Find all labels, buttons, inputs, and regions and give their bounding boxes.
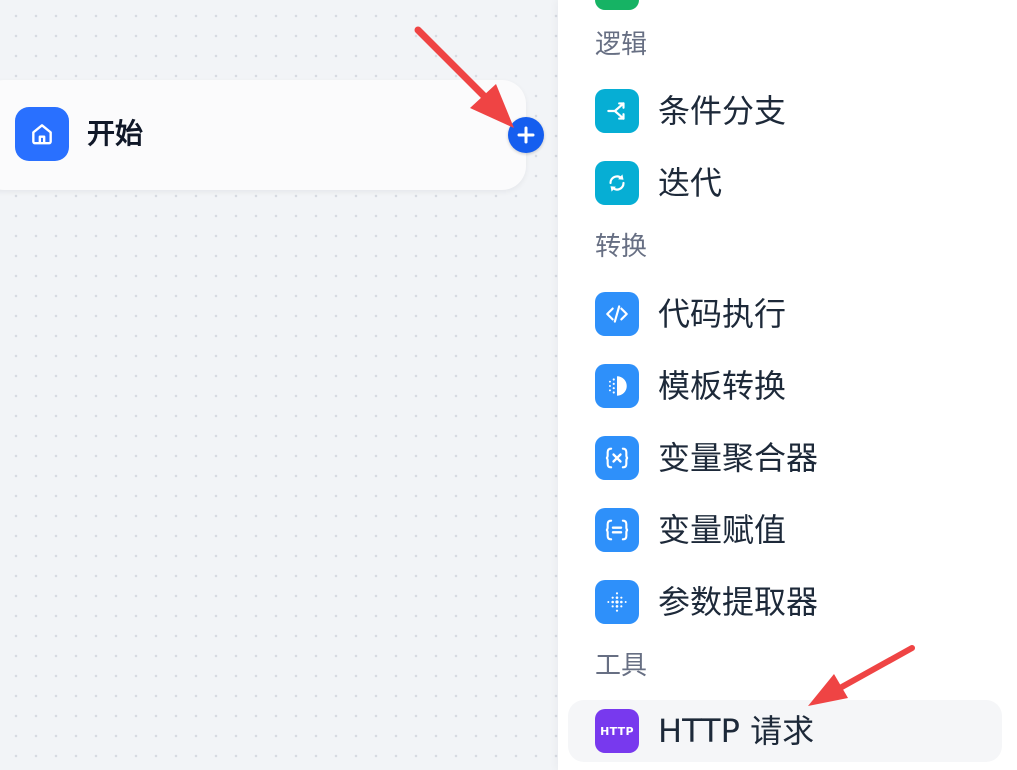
code-icon	[595, 292, 639, 336]
block-item-label: 变量聚合器	[658, 439, 819, 477]
block-item-label: 条件分支	[658, 92, 787, 130]
block-item-http-request[interactable]: HTTP HTTP 请求	[568, 700, 1002, 762]
variable-x-icon	[595, 436, 639, 480]
node-selector-panel: 逻辑 条件分支 迭代 转换 代码执行 模板转换 变量聚合器 变量赋值 参数提取器…	[558, 0, 1017, 770]
block-item-label: 模板转换	[658, 367, 787, 405]
variable-assign-icon	[595, 508, 639, 552]
home-icon	[15, 107, 69, 161]
parameter-extractor-icon	[595, 580, 639, 624]
block-item-variable-aggregator[interactable]: 变量聚合器	[568, 427, 1002, 489]
block-item-label: 变量赋值	[658, 511, 787, 549]
block-item-label: 代码执行	[658, 295, 787, 333]
loop-icon	[595, 161, 639, 205]
block-item-code[interactable]: 代码执行	[568, 283, 1002, 345]
start-node-title: 开始	[87, 117, 144, 150]
section-title-tools: 工具	[595, 651, 648, 681]
block-item-condition-branch[interactable]: 条件分支	[568, 80, 1002, 142]
block-item-label: 参数提取器	[658, 583, 819, 621]
http-icon: HTTP	[595, 709, 639, 753]
annotation-arrow	[808, 645, 915, 706]
node-icon	[595, 0, 639, 10]
template-icon	[595, 364, 639, 408]
http-icon-text: HTTP	[600, 724, 634, 738]
annotation-arrow	[414, 26, 514, 128]
branch-icon	[595, 89, 639, 133]
block-item-label: HTTP 请求	[658, 712, 815, 750]
block-item-iteration[interactable]: 迭代	[568, 152, 1002, 214]
block-item-parameter-extractor[interactable]: 参数提取器	[568, 571, 1002, 633]
block-item-label: 迭代	[658, 164, 723, 202]
block-item-template-transform[interactable]: 模板转换	[568, 355, 1002, 417]
section-title-logic: 逻辑	[595, 30, 648, 60]
block-item-variable-assigner[interactable]: 变量赋值	[568, 499, 1002, 561]
section-title-transform: 转换	[595, 232, 648, 262]
